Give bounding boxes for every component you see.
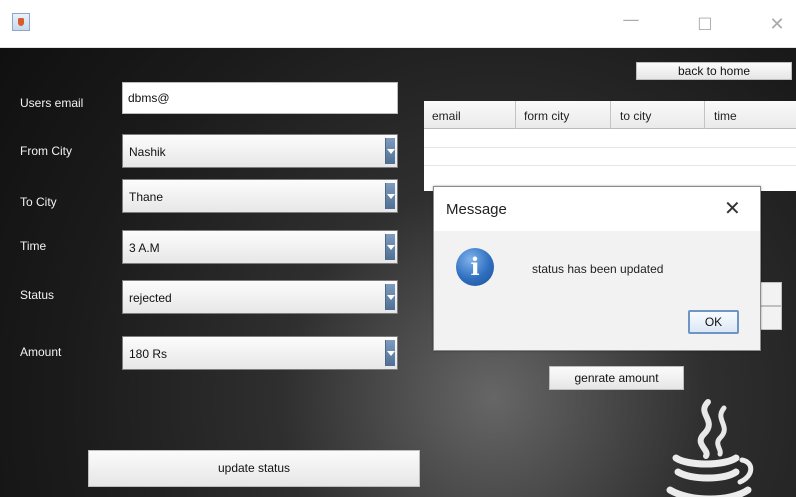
chevron-down-icon[interactable]: [385, 183, 395, 209]
chevron-down-icon[interactable]: [385, 138, 395, 164]
generate-amount-button[interactable]: genrate amount: [549, 366, 684, 390]
from-city-select[interactable]: Nashik: [122, 134, 398, 168]
ok-button[interactable]: OK: [688, 310, 739, 334]
status-value: rejected: [129, 291, 172, 305]
column-header-email[interactable]: email: [432, 109, 461, 123]
amount-label: Amount: [20, 345, 62, 359]
minimize-button[interactable]: —: [620, 11, 642, 29]
from-city-label: From City: [20, 144, 72, 158]
column-header-form-city[interactable]: form city: [524, 109, 569, 123]
to-city-label: To City: [20, 195, 57, 209]
column-header-time[interactable]: time: [714, 109, 737, 123]
from-city-value: Nashik: [129, 145, 166, 159]
java-app-icon: [12, 13, 30, 31]
column-divider: [704, 101, 705, 129]
update-status-button[interactable]: update status: [88, 450, 420, 487]
to-city-select[interactable]: Thane: [122, 179, 398, 213]
to-city-value: Thane: [129, 190, 164, 204]
back-to-home-button[interactable]: back to home: [636, 62, 792, 80]
users-email-field[interactable]: dbms@: [122, 82, 398, 114]
close-icon[interactable]: ✕: [724, 196, 741, 220]
java-logo-icon: [666, 399, 754, 497]
time-value: 3 A.M: [129, 241, 160, 255]
hidden-control[interactable]: [760, 306, 782, 330]
column-divider: [610, 101, 611, 129]
status-label: Status: [20, 288, 55, 302]
table-header: email form city to city time: [424, 101, 796, 129]
chevron-down-icon[interactable]: [385, 284, 395, 310]
users-email-label: Users email: [20, 96, 84, 110]
chevron-down-icon[interactable]: [385, 340, 395, 366]
chevron-down-icon[interactable]: [385, 234, 395, 260]
close-button[interactable]: ✕: [766, 16, 788, 34]
hidden-control[interactable]: [760, 282, 782, 306]
amount-select[interactable]: 180 Rs: [122, 336, 398, 370]
dialog-title-bar: Message ✕: [434, 187, 760, 231]
message-dialog[interactable]: Message ✕ i status has been updated OK: [433, 186, 761, 351]
time-select[interactable]: 3 A.M: [122, 230, 398, 264]
dialog-message: status has been updated: [532, 262, 664, 276]
title-bar: — ☐ ✕: [0, 0, 796, 48]
table-row[interactable]: [424, 165, 796, 166]
status-select[interactable]: rejected: [122, 280, 398, 314]
maximize-button[interactable]: ☐: [694, 16, 716, 34]
time-label: Time: [20, 239, 47, 253]
column-header-to-city[interactable]: to city: [620, 109, 651, 123]
amount-value: 180 Rs: [129, 347, 168, 361]
column-divider: [515, 101, 516, 129]
requests-table[interactable]: email form city to city time: [424, 101, 796, 191]
table-row[interactable]: [424, 147, 796, 148]
dialog-title: Message: [446, 201, 507, 218]
info-icon: i: [456, 248, 494, 286]
